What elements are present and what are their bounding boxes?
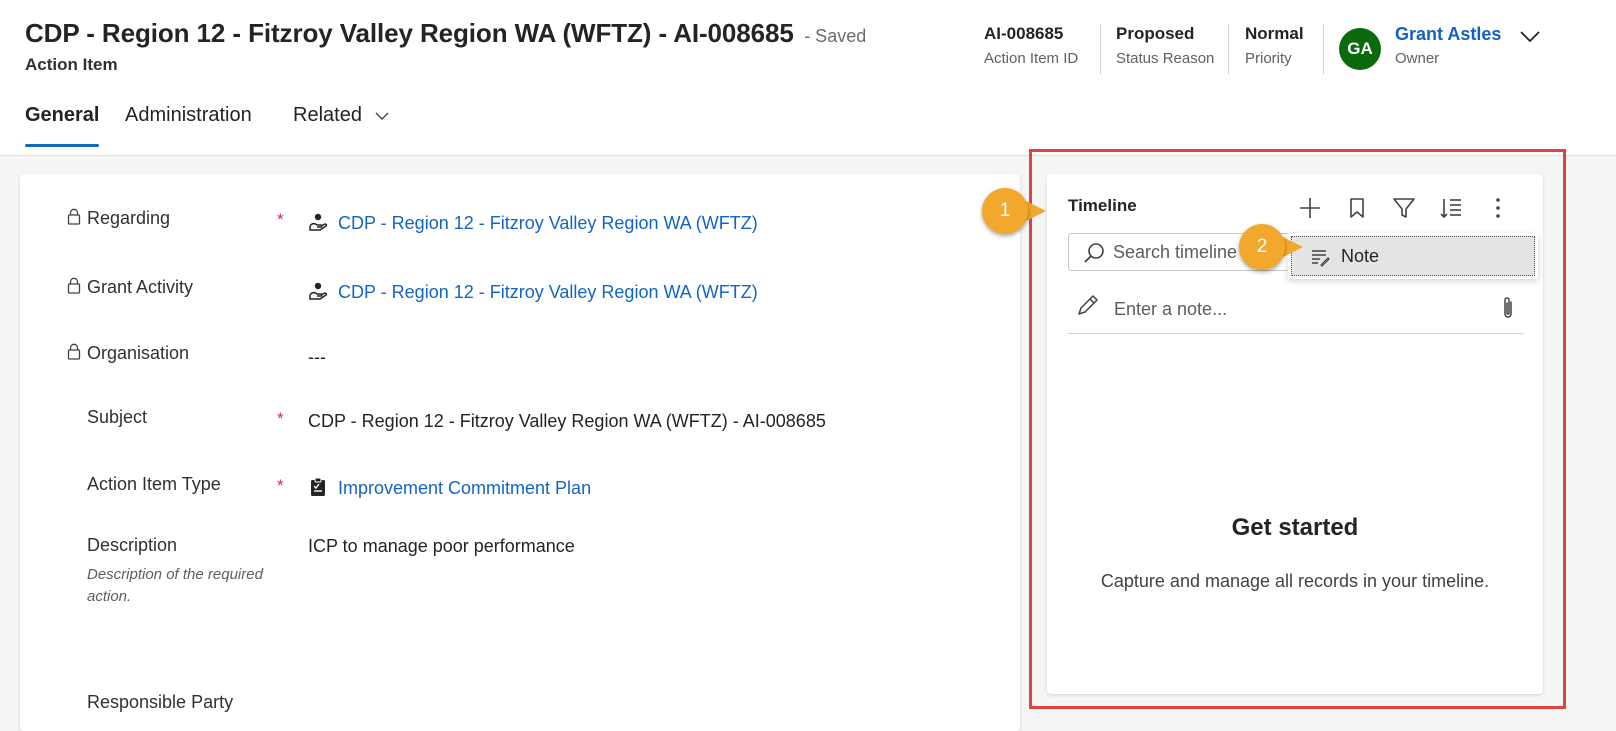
required-indicator: * xyxy=(277,476,284,495)
bookmark-icon[interactable] xyxy=(1345,196,1369,220)
field-label: Regarding xyxy=(67,208,170,229)
record-header: CDP - Region 12 - Fitzroy Valley Region … xyxy=(0,0,1616,92)
step-number: 1 xyxy=(982,188,1028,234)
record-title: CDP - Region 12 - Fitzroy Valley Region … xyxy=(25,18,794,48)
field-label: Description xyxy=(87,535,178,555)
grant-icon xyxy=(309,213,328,231)
header-field-label: Priority xyxy=(1245,50,1292,67)
regarding-value: CDP - Region 12 - Fitzroy Valley Region … xyxy=(338,213,758,233)
tab-related-label: Related xyxy=(293,104,362,126)
field-label: Responsible Party xyxy=(87,692,234,712)
tab-administration[interactable]: Administration xyxy=(125,104,252,127)
chevron-down-icon xyxy=(375,112,388,120)
header-field-action-item-id: AI-008685 Action Item ID xyxy=(984,24,1078,67)
lock-icon xyxy=(67,277,81,294)
entity-name: Action Item xyxy=(25,55,118,74)
owner-link[interactable]: Grant Astles xyxy=(1395,24,1501,45)
empty-state-description: Capture and manage all records in your t… xyxy=(1100,571,1490,591)
header-field-value: Normal xyxy=(1245,24,1304,43)
required-indicator: * xyxy=(277,210,284,229)
organisation-value[interactable]: --- xyxy=(308,347,326,368)
attachment-icon[interactable] xyxy=(1498,295,1518,321)
search-icon xyxy=(1084,243,1104,263)
note-icon xyxy=(1312,250,1330,267)
header-divider xyxy=(1323,24,1324,74)
description-value[interactable]: ICP to manage poor performance xyxy=(308,536,575,557)
subject-value[interactable]: CDP - Region 12 - Fitzroy Valley Region … xyxy=(308,411,826,432)
header-divider xyxy=(1100,24,1101,74)
field-label-text: Grant Activity xyxy=(87,277,194,297)
field-label-text: Regarding xyxy=(87,208,171,228)
grant-activity-value: CDP - Region 12 - Fitzroy Valley Region … xyxy=(338,282,758,302)
chevron-down-icon[interactable] xyxy=(1518,26,1542,46)
note-input[interactable] xyxy=(1114,296,1484,322)
menu-item-note[interactable]: Note xyxy=(1291,236,1535,276)
header-field-label: Status Reason xyxy=(1116,50,1215,67)
sort-icon[interactable] xyxy=(1439,196,1463,220)
field-label: Subject xyxy=(87,407,148,427)
note-composer xyxy=(1068,290,1523,334)
empty-state-title: Get started xyxy=(1231,514,1359,541)
pencil-icon xyxy=(1078,295,1098,315)
field-label: Action Item Type xyxy=(87,474,221,494)
menu-item-label: Note xyxy=(1341,246,1380,266)
header-field-label: Action Item ID xyxy=(984,50,1079,67)
step-number: 2 xyxy=(1239,224,1285,270)
regarding-link[interactable]: CDP - Region 12 - Fitzroy Valley Region … xyxy=(308,212,758,234)
tab-bar: General Administration Related xyxy=(0,92,1616,156)
tab-general[interactable]: General xyxy=(25,104,99,127)
save-status: - Saved xyxy=(804,26,867,46)
add-menu-dropdown: Note xyxy=(1288,233,1538,279)
grant-icon xyxy=(309,282,328,300)
header-field-status-reason[interactable]: Proposed Status Reason xyxy=(1116,24,1214,67)
avatar[interactable]: GA xyxy=(1339,28,1381,70)
owner-label: Owner xyxy=(1395,50,1440,67)
add-icon[interactable] xyxy=(1298,196,1322,220)
field-label-text: Organisation xyxy=(87,343,190,363)
header-field-value: AI-008685 xyxy=(984,24,1064,43)
tab-related[interactable]: Related xyxy=(293,104,390,127)
clipboard-check-icon xyxy=(311,477,325,496)
grant-activity-link[interactable]: CDP - Region 12 - Fitzroy Valley Region … xyxy=(308,281,758,303)
timeline-title: Timeline xyxy=(1068,196,1137,215)
filter-icon[interactable] xyxy=(1392,196,1416,220)
header-field-value: Proposed xyxy=(1116,24,1195,43)
form-section: Regarding * CDP - Region 12 - Fitzroy Va… xyxy=(20,174,1020,731)
record-title-wrap: CDP - Region 12 - Fitzroy Valley Region … xyxy=(25,18,866,49)
field-label: Organisation xyxy=(67,343,189,364)
action-item-type-link[interactable]: Improvement Commitment Plan xyxy=(308,477,591,499)
action-item-type-value: Improvement Commitment Plan xyxy=(338,478,592,498)
lock-icon xyxy=(67,208,81,225)
header-field-priority[interactable]: Normal Priority xyxy=(1245,24,1304,67)
active-tab-indicator xyxy=(25,144,99,147)
lock-icon xyxy=(67,343,81,360)
field-label: Grant Activity xyxy=(67,277,193,298)
required-indicator: * xyxy=(277,409,284,428)
header-divider xyxy=(1228,24,1229,74)
field-hint: Description of the required action. xyxy=(87,566,263,605)
more-options-icon[interactable] xyxy=(1486,196,1510,220)
